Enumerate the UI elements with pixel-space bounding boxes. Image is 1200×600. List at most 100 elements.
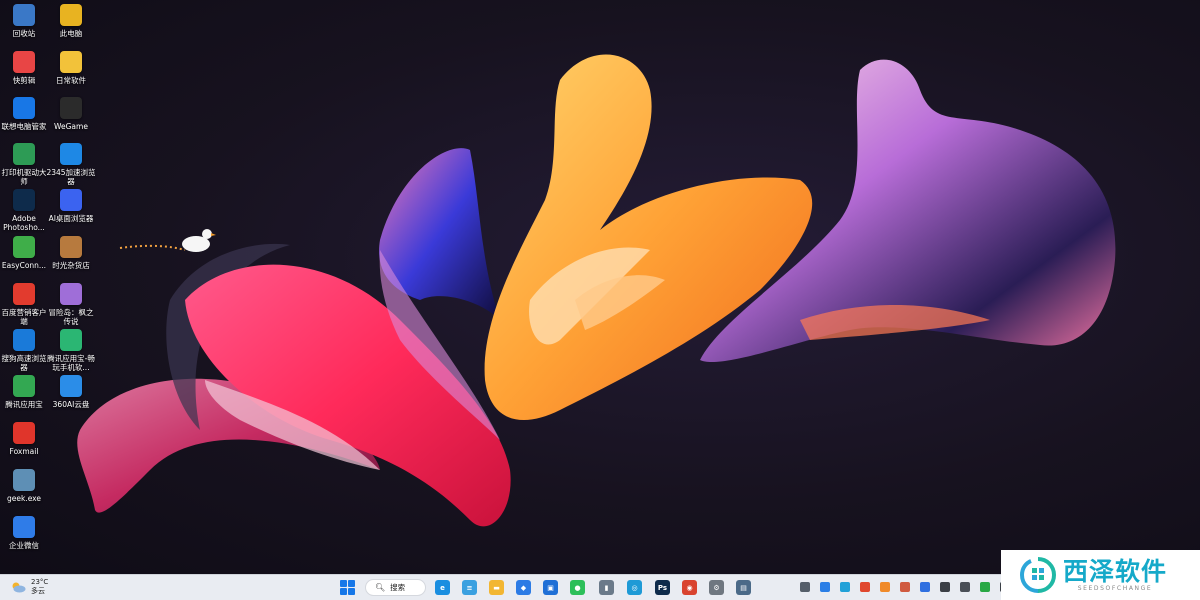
2345-browser-icon bbox=[60, 143, 82, 165]
desktop-icon[interactable]: AI桌面浏览器 bbox=[47, 189, 95, 223]
wechat-icon[interactable]: ● bbox=[570, 580, 585, 595]
tray-orange-icon[interactable] bbox=[880, 582, 890, 592]
kuaijianji-icon bbox=[13, 51, 35, 73]
desktop-icon-label: Foxmail bbox=[9, 447, 39, 456]
cloudy-weather-icon bbox=[12, 582, 26, 593]
sogou-browser-icon bbox=[13, 329, 35, 351]
desktop-icon[interactable]: 时光杂货店 bbox=[47, 236, 95, 270]
desktop-icon-label: 腾讯应用宝 bbox=[5, 400, 43, 409]
desktop-icon[interactable]: geek.exe bbox=[0, 469, 48, 503]
desktop-icon-label: 360AI云盘 bbox=[52, 400, 90, 409]
geek-icon bbox=[13, 469, 35, 491]
desktop-icon-label: geek.exe bbox=[6, 494, 42, 503]
tencent-appstore-icon bbox=[60, 329, 82, 351]
screenshot-tool-icon[interactable]: ▤ bbox=[736, 580, 751, 595]
desktop-icon[interactable]: 日常软件 bbox=[47, 51, 95, 85]
recycle-bin-icon bbox=[13, 4, 35, 26]
desktop-icon[interactable]: Foxmail bbox=[0, 422, 48, 456]
desktop-icon-label: 快剪辑 bbox=[12, 76, 36, 85]
desktop-icon-label: 搜狗高速浏览器 bbox=[1, 354, 47, 372]
wallpaper bbox=[77, 54, 1116, 527]
desktop-icon[interactable]: 冒险岛：枫之传说 bbox=[47, 283, 95, 326]
baidu-marketing-icon bbox=[13, 283, 35, 305]
desktop-icon-label: 联想电脑管家 bbox=[1, 122, 47, 131]
disk-tool-icon[interactable]: ▮ bbox=[599, 580, 614, 595]
search-label: 搜索 bbox=[390, 583, 406, 592]
desktop-icon-label: 腾讯应用宝-畅玩手机软... bbox=[47, 354, 95, 372]
desktop: 回收站 此电脑快剪辑 日常软件联想电脑管家 WeGame 打印机驱动大师 2345加速浏览… bbox=[0, 0, 1200, 574]
desktop-icon-label: 回收站 bbox=[12, 29, 36, 38]
weather-description: 多云 bbox=[31, 587, 45, 595]
search-icon: 🔍︎ bbox=[375, 583, 386, 592]
foxmail-icon bbox=[13, 422, 35, 444]
desktop-icon-label: 日常软件 bbox=[56, 76, 86, 85]
app-cyan-icon[interactable]: ◎ bbox=[627, 580, 642, 595]
desktop-icon-label: 冒险岛：枫之传说 bbox=[48, 308, 94, 326]
desktop-icon[interactable]: 企业微信 bbox=[0, 516, 48, 550]
desktop-icon-label: WeGame bbox=[54, 122, 88, 131]
desktop-icon-label: AI桌面浏览器 bbox=[48, 214, 94, 223]
tray-app-cyan-icon[interactable] bbox=[840, 582, 850, 592]
desktop-icon[interactable]: 腾讯应用宝-畅玩手机软... bbox=[47, 329, 95, 372]
desktop-icon[interactable]: 360AI云盘 bbox=[47, 375, 95, 409]
weather-temperature: 23°C bbox=[31, 578, 49, 586]
360-cloud-icon bbox=[60, 375, 82, 397]
weather-widget[interactable]: 23°C 多云 bbox=[10, 578, 48, 596]
desktop-icon[interactable]: 联想电脑管家 bbox=[0, 97, 48, 131]
seedsofchange-logo-icon bbox=[1019, 557, 1057, 593]
game-store-icon bbox=[60, 236, 82, 258]
easyconnect-icon bbox=[13, 236, 35, 258]
this-pc-icon bbox=[60, 4, 82, 26]
app-blue-icon[interactable]: ▣ bbox=[543, 580, 558, 595]
tencent-myapp-icon bbox=[13, 375, 35, 397]
watermark-title: 西泽软件 bbox=[1063, 557, 1168, 586]
desktop-icon[interactable]: 回收站 bbox=[0, 4, 48, 38]
watermark-logo: 西泽软件 SEEDSOFCHANGE bbox=[1001, 550, 1200, 600]
file-explorer-icon[interactable]: ▬ bbox=[489, 580, 504, 595]
lenovo-manager-icon bbox=[13, 97, 35, 119]
desktop-icon[interactable]: 百度营销客户端 bbox=[0, 283, 48, 326]
maplestory-icon bbox=[60, 283, 82, 305]
printer-driver-icon bbox=[13, 143, 35, 165]
taskbar-search-box[interactable]: 🔍︎ 搜索 bbox=[365, 579, 426, 596]
tray-app-blue-icon[interactable] bbox=[820, 582, 830, 592]
tray-green-icon[interactable] bbox=[980, 582, 990, 592]
desktop-icon-label: 百度营销客户端 bbox=[1, 308, 47, 326]
desktop-icon[interactable]: 此电脑 bbox=[47, 4, 95, 38]
desktop-icon[interactable]: 腾讯应用宝 bbox=[0, 375, 48, 409]
tray-cloud-icon[interactable] bbox=[960, 582, 970, 592]
desktop-icon-label: 2345加速浏览器 bbox=[46, 168, 96, 186]
desktop-icon-label: EasyConn... bbox=[1, 261, 47, 270]
tray-music-icon[interactable] bbox=[940, 582, 950, 592]
desktop-icon-label: 此电脑 bbox=[59, 29, 83, 38]
desktop-icon[interactable]: EasyConn... bbox=[0, 236, 48, 270]
desktop-icon[interactable]: 2345加速浏览器 bbox=[46, 143, 96, 186]
tray-app-blue2-icon[interactable] bbox=[920, 582, 930, 592]
watermark-subtitle: SEEDSOFCHANGE bbox=[1077, 585, 1153, 592]
photoshop-icon bbox=[13, 189, 35, 211]
chrome-icon[interactable]: ◉ bbox=[682, 580, 697, 595]
photoshop-icon[interactable]: Ps bbox=[655, 580, 670, 595]
ai-browser-icon bbox=[60, 189, 82, 211]
desktop-icon-label: Adobe Photosho... bbox=[3, 214, 45, 232]
desktop-icon-label: 企业微信 bbox=[9, 541, 39, 550]
desktop-icon[interactable]: 打印机驱动大师 bbox=[0, 143, 48, 186]
tray-ime-cn-icon[interactable] bbox=[860, 582, 870, 592]
edge-browser-icon[interactable]: e bbox=[435, 580, 450, 595]
tray-avatar-icon[interactable] bbox=[900, 582, 910, 592]
desktop-icon[interactable]: WeGame bbox=[47, 97, 95, 131]
wegame-icon bbox=[60, 97, 82, 119]
notepad-icon[interactable]: ≡ bbox=[462, 580, 477, 595]
tray-ime-icon[interactable] bbox=[800, 582, 810, 592]
desktop-icon[interactable]: 快剪辑 bbox=[0, 51, 48, 85]
windows-logo-icon bbox=[340, 580, 347, 587]
folder-icon bbox=[60, 51, 82, 73]
desktop-icon-label: 打印机驱动大师 bbox=[1, 168, 47, 186]
wecom-icon bbox=[13, 516, 35, 538]
desktop-icon[interactable]: Adobe Photosho... bbox=[0, 189, 48, 232]
app-store-icon[interactable]: ◆ bbox=[516, 580, 531, 595]
settings-gear-icon[interactable]: ⚙ bbox=[709, 580, 724, 595]
desktop-icon[interactable]: 搜狗高速浏览器 bbox=[0, 329, 48, 372]
desktop-icon-label: 时光杂货店 bbox=[52, 261, 90, 270]
start-button[interactable] bbox=[340, 580, 355, 595]
